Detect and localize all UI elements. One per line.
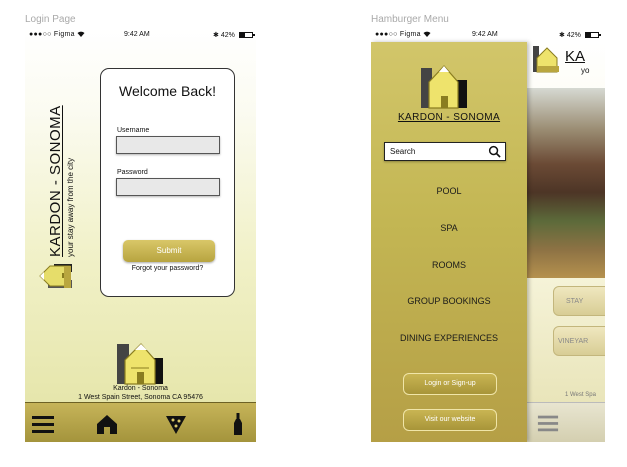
forgot-password-link[interactable]: Forgot your password? — [101, 265, 234, 272]
battery-icon — [584, 32, 601, 38]
wifi-icon — [423, 31, 431, 37]
login-card: Welcome Back! Username Password Submit F… — [100, 68, 235, 297]
status-time: 9:42 AM — [472, 31, 498, 38]
menu-screen: ●●●○○ Figma 9:42 AM ✱ 42% KA yo STAY VIN… — [371, 28, 605, 442]
battery-icon — [238, 32, 255, 38]
status-bar: ●●●○○ Figma 9:42 AM ✱ 42% — [371, 28, 605, 42]
battery-percent: 42% — [566, 32, 581, 39]
menu-item-rooms[interactable]: ROOMS — [371, 260, 527, 270]
menu-icon[interactable] — [31, 412, 55, 436]
login-signup-button[interactable]: Login or Sign-up — [403, 373, 497, 395]
status-bar: ●●●○○ Figma 9:42 AM ✱ 42% — [25, 28, 256, 42]
brand-vertical: KARDON - SONOMA your stay away from the … — [47, 72, 83, 257]
background-stay-button: STAY — [553, 286, 605, 316]
background-logo — [533, 46, 559, 73]
battery-indicator: ✱ 42% — [213, 31, 255, 39]
menu-frame-label: Hamburger Menu — [371, 14, 449, 25]
bluetooth-icon: ✱ — [559, 32, 565, 39]
footer-brand-name: Kardon - Sonoma — [113, 385, 168, 392]
search-input[interactable]: Search — [384, 142, 506, 161]
menu-item-group-bookings[interactable]: GROUP BOOKINGS — [371, 296, 527, 306]
bluetooth-icon: ✱ — [213, 32, 219, 39]
submit-button[interactable]: Submit — [123, 240, 215, 262]
username-input[interactable] — [116, 136, 220, 154]
brand-logo — [117, 343, 163, 385]
brand-name: KARDON - SONOMA — [47, 105, 64, 257]
login-title: Welcome Back! — [119, 83, 216, 99]
brand-logo-small — [39, 264, 72, 288]
signal-indicator: ●●●○○ Figma — [29, 31, 85, 38]
menu-item-pool[interactable]: POOL — [371, 186, 527, 196]
wifi-icon — [77, 31, 85, 37]
login-frame-label: Login Page — [25, 14, 76, 25]
username-label: Username — [117, 127, 150, 134]
background-vineyard-button: VINEYAR — [553, 326, 605, 356]
visit-website-button[interactable]: Visit our website — [403, 409, 497, 431]
background-tagline: yo — [581, 66, 590, 75]
menu-brand-name: KARDON - SONOMA — [397, 112, 501, 123]
background-brand: KA — [565, 48, 586, 65]
battery-percent: 42% — [220, 32, 235, 39]
carrier-label: ●●●○○ Figma — [29, 31, 78, 38]
background-tab-bar — [527, 402, 605, 442]
password-input[interactable] — [116, 178, 220, 196]
menu-item-dining[interactable]: DINING EXPERIENCES — [371, 333, 527, 343]
background-page: KA yo STAY VINEYAR 1 West Spa — [527, 42, 605, 442]
login-screen: ●●●○○ Figma 9:42 AM ✱ 42% KARDON - SONOM… — [25, 28, 256, 442]
pizza-icon[interactable] — [164, 412, 188, 436]
background-menu-icon — [537, 415, 559, 432]
background-photo — [527, 88, 605, 278]
status-time: 9:42 AM — [124, 31, 150, 38]
menu-brand-logo — [421, 65, 467, 109]
brand-tagline: your stay away from the city — [66, 157, 75, 257]
signal-indicator: ●●●○○ Figma — [375, 31, 431, 38]
background-address: 1 West Spa — [565, 392, 596, 398]
home-icon[interactable] — [95, 412, 119, 436]
carrier-label: ●●●○○ Figma — [375, 31, 424, 38]
password-label: Password — [117, 169, 148, 176]
menu-item-spa[interactable]: SPA — [371, 223, 527, 233]
tab-bar — [25, 402, 256, 442]
search-icon[interactable] — [488, 145, 501, 158]
battery-indicator: ✱ 42% — [559, 31, 601, 39]
menu-drawer: KARDON - SONOMA Search POOL SPA ROOMS GR… — [371, 42, 527, 442]
footer-address: 1 West Spain Street, Sonoma CA 95476 — [78, 394, 203, 401]
search-label: Search — [390, 147, 416, 156]
wine-bottle-icon[interactable] — [226, 412, 250, 436]
